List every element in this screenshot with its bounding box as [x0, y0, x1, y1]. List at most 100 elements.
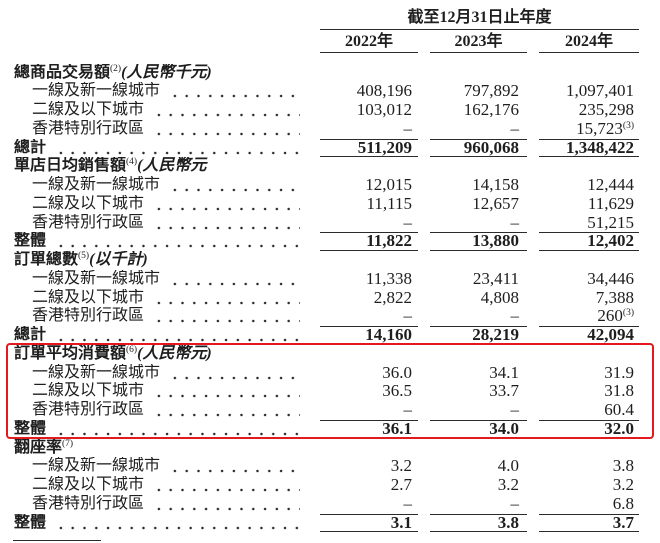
row-label-cell: 一線及新一線城市 [0, 269, 300, 289]
cell-2022: – [403, 493, 413, 513]
leader-dots [150, 382, 300, 402]
section-unit: (人民幣千元) [121, 63, 212, 81]
section-header: 總商品交易額(2)(人民幣千元) [0, 64, 660, 83]
leader-dots [150, 119, 300, 139]
section-title: 翻座率 [14, 438, 63, 456]
leader-dots [52, 419, 300, 439]
row-label: 一線及新一線城市 [32, 269, 161, 287]
row-label: 二線及以下城市 [32, 288, 145, 306]
row-label-cell: 一線及新一線城市 [0, 363, 300, 383]
cell-2022: 36.0 [382, 362, 412, 382]
cell-2023: – [510, 400, 520, 420]
total-label-cell: 整體 [0, 232, 300, 252]
row-label: 二線及以下城市 [32, 476, 145, 494]
cell-2023: 34.1 [489, 362, 519, 382]
row-label-cell: 香港特別行政區 [0, 213, 300, 233]
leader-dots [52, 138, 300, 158]
footnote-marker: (3) [622, 120, 634, 131]
row-label: 香港特別行政區 [32, 401, 145, 419]
footnote-marker: (7) [62, 438, 74, 449]
table-row: 香港特別行政區 – – 15,723(3) [0, 118, 660, 139]
total-label-cell: 整體 [0, 419, 300, 439]
row-label-cell: 二線及以下城市 [0, 194, 300, 214]
table-row: 二線及以下城市 103,012 162,176 235,298 [0, 100, 660, 120]
cell-2022: 11,338 [365, 268, 412, 288]
cell-2023: – [510, 212, 520, 232]
row-label-cell: 一線及新一線城市 [0, 457, 300, 477]
row-label-cell: 香港特別行政區 [0, 307, 300, 327]
table-row: 二線及以下城市 2,822 4,808 7,388 [0, 287, 660, 308]
total-2023: 3.8 [430, 513, 527, 533]
row-label: 香港特別行政區 [32, 494, 145, 512]
total-2022: 3.1 [320, 513, 418, 533]
table-row: 香港特別行政區 – – 51,215 [0, 212, 660, 233]
cell-2023: 33.7 [489, 381, 519, 401]
total-2023: 13,880 [430, 232, 527, 251]
section-title: 訂單總數 [14, 251, 79, 269]
footnote-marker: (3) [622, 308, 634, 319]
cell-2022: 3.2 [390, 456, 412, 476]
row-label-cell: 一線及新一線城市 [0, 176, 300, 195]
table-row: 一線及新一線城市 36.0 34.1 31.9 [0, 362, 660, 383]
table-row: 香港特別行政區 – – 6.8 [0, 493, 660, 514]
cell-2024: 1,097,401 [566, 81, 634, 101]
table-row: 二線及以下城市 2.7 3.2 3.2 [0, 475, 660, 495]
row-label: 二線及以下城市 [32, 101, 145, 119]
leader-dots [150, 101, 300, 120]
cell-2024: 51,215 [587, 212, 634, 232]
table-row: 一線及新一線城市 11,338 23,411 34,446 [0, 268, 660, 289]
leader-dots [166, 363, 300, 383]
row-label-cell: 香港特別行政區 [0, 119, 300, 139]
cell-2023: 4.0 [497, 456, 519, 476]
total-2024: 32.0 [539, 419, 639, 439]
section-label: 訂單總數(5)(以千計) [0, 251, 300, 270]
year-rule [539, 52, 639, 53]
row-label: 香港特別行政區 [32, 213, 145, 231]
cell-2023: 23,411 [472, 268, 519, 288]
total-row: 整體 36.1 34.0 32.0 [0, 419, 660, 439]
cell-2022: 12,015 [365, 175, 412, 195]
cell-2022: – [403, 212, 413, 232]
total-2023: 960,068 [430, 138, 527, 158]
total-row: 總計 14,160 28,219 42,094 [0, 325, 660, 345]
cell-2023: 162,176 [463, 100, 519, 120]
cell-2023: – [510, 306, 520, 326]
cell-2022: – [403, 400, 413, 420]
year-rule [430, 52, 527, 53]
section-label: 總商品交易額(2)(人民幣千元) [0, 64, 300, 83]
row-label-cell: 二線及以下城市 [0, 101, 300, 120]
row-label: 香港特別行政區 [32, 307, 145, 325]
leader-dots [150, 194, 300, 214]
section-unit: (人民幣元) [137, 344, 212, 362]
section-unit: (以千計) [89, 251, 148, 269]
total-label-cell: 總計 [0, 326, 300, 345]
cell-2024: 34,446 [587, 268, 634, 288]
cell-2023: 3.2 [497, 475, 519, 495]
section-title: 總商品交易額 [14, 63, 111, 81]
cell-2023: 797,892 [463, 81, 519, 101]
year-rule [320, 52, 418, 53]
table-row: 二線及以下城市 11,115 12,657 11,629 [0, 194, 660, 214]
cell-2024: 15,723(3) [539, 119, 639, 139]
total-2024: 42,094 [539, 325, 639, 345]
total-label: 總計 [14, 326, 47, 344]
total-2023: 28,219 [430, 325, 527, 345]
leader-dots [150, 401, 300, 420]
leader-dots [150, 288, 300, 308]
section-header: 翻座率(7) [0, 439, 660, 458]
table-row: 一線及新一線城市 3.2 4.0 3.8 [0, 456, 660, 477]
total-2022: 14,160 [320, 325, 418, 345]
leader-dots [166, 82, 300, 102]
leader-dots [150, 494, 300, 514]
leader-dots [52, 326, 300, 345]
row-label-cell: 二線及以下城市 [0, 288, 300, 308]
leader-dots [166, 176, 300, 195]
total-2022: 11,822 [320, 232, 418, 251]
row-label-cell: 香港特別行政區 [0, 494, 300, 514]
cell-2024: 7,388 [595, 287, 634, 307]
row-label: 香港特別行政區 [32, 119, 145, 137]
cell-2022: 2.7 [390, 475, 412, 495]
cell-2024: 260(3) [539, 306, 639, 326]
cell-2023: – [510, 118, 520, 138]
leader-dots [52, 232, 300, 252]
